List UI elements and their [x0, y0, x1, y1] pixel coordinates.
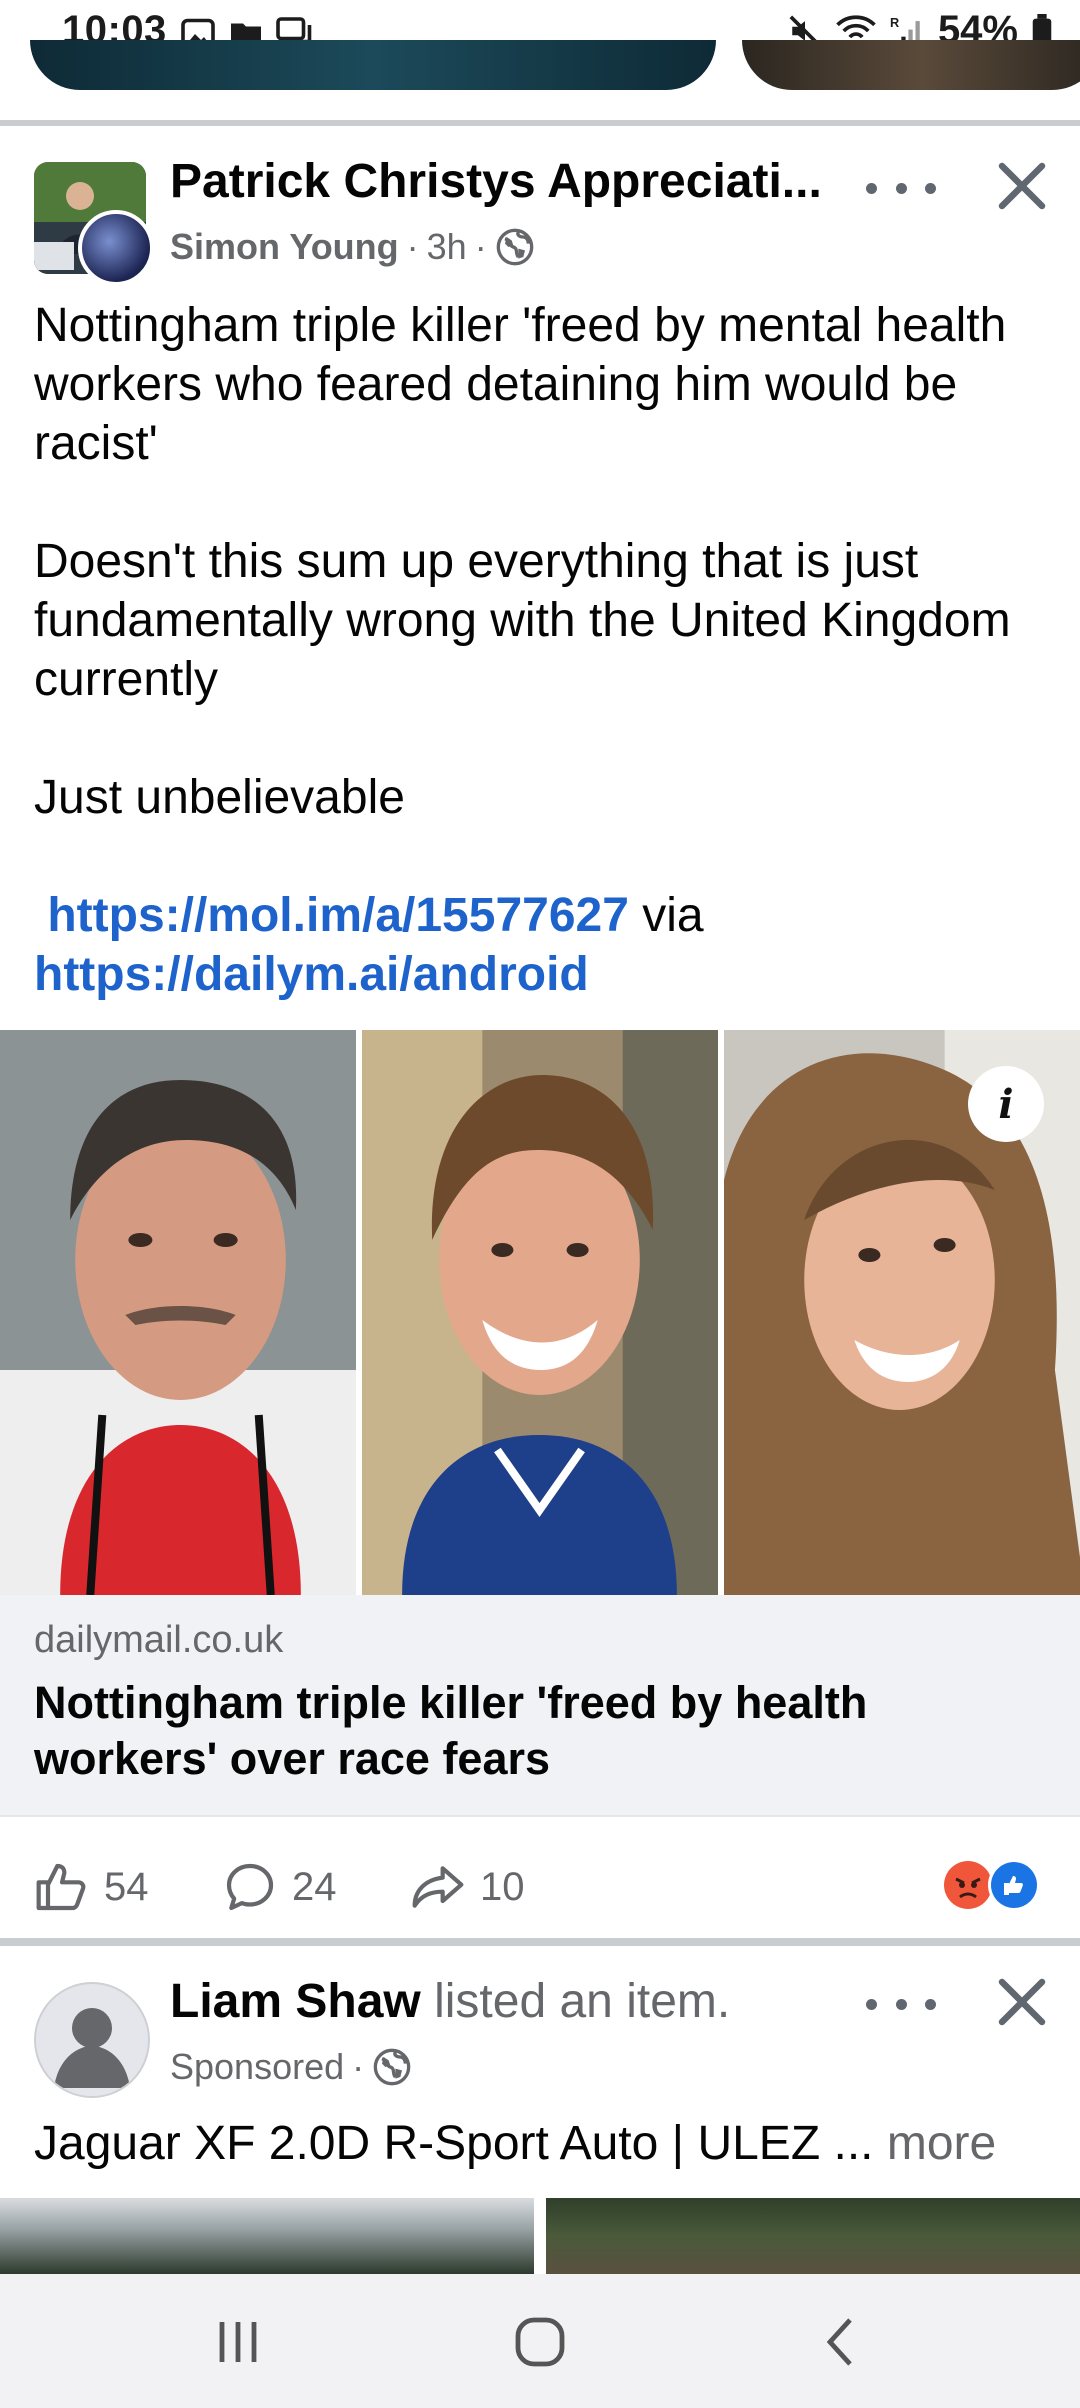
page-avatar[interactable] — [34, 162, 154, 286]
previous-card-image — [742, 40, 1080, 90]
meta-separator: · — [406, 226, 419, 267]
link-preview-images[interactable]: i — [0, 1030, 1080, 1595]
see-more-link[interactable]: more — [887, 2117, 996, 2170]
close-icon[interactable] — [992, 1972, 1052, 2032]
comment-icon — [226, 1863, 274, 1911]
seller-avatar[interactable] — [34, 1982, 150, 2098]
comment-count: 24 — [292, 1864, 337, 1909]
link-domain: dailymail.co.uk — [34, 1619, 284, 1661]
comment-button[interactable]: 24 — [222, 1859, 337, 1915]
post-paragraph: Nottingham triple killer 'freed by menta… — [34, 299, 1007, 470]
author-profile-image — [78, 210, 154, 286]
like-reaction-icon — [988, 1859, 1040, 1911]
author-name[interactable]: Simon Young — [170, 226, 399, 268]
post-paragraph: Just unbelievable — [34, 771, 405, 824]
listing-title: Jaguar XF 2.0D R-Sport Auto | ULEZ ... — [34, 2117, 874, 2170]
sponsored-text: Jaguar XF 2.0D R-Sport Auto | ULEZ ... m… — [34, 2116, 996, 2171]
photo-young-man — [362, 1030, 718, 1595]
photo-young-woman: i — [724, 1030, 1080, 1595]
back-icon[interactable] — [812, 2314, 872, 2370]
feed-divider — [0, 1938, 1080, 1946]
listing-photos[interactable] — [0, 2198, 1080, 2274]
previous-card-image — [30, 40, 716, 90]
share-count: 10 — [480, 1864, 525, 1909]
meta-separator: · — [352, 2046, 365, 2087]
recent-apps-icon[interactable] — [208, 2314, 268, 2370]
svg-text:R: R — [890, 14, 899, 29]
close-icon[interactable] — [992, 156, 1052, 216]
photo-man — [0, 1030, 356, 1595]
info-icon[interactable]: i — [968, 1066, 1044, 1142]
listing-photo — [546, 2198, 1080, 2274]
post-body: Nottingham triple killer 'freed by menta… — [34, 296, 1044, 1004]
article-link[interactable]: https://mol.im/a/15577627 — [47, 889, 629, 942]
via-text: via — [642, 889, 704, 942]
sponsored-meta: Sponsored · — [170, 2046, 412, 2088]
post-links: https://mol.im/a/15577627 via https://dai… — [34, 886, 1044, 1004]
share-icon — [412, 1866, 464, 1908]
post-meta: Simon Young · 3h · — [170, 226, 535, 268]
sponsored-post-title: Liam Shaw listed an item. — [170, 1974, 730, 2029]
thumbs-up-icon — [36, 1863, 86, 1911]
page-name[interactable]: Patrick Christys Appreciati... — [170, 154, 840, 209]
seller-name[interactable]: Liam Shaw — [170, 1975, 421, 2028]
share-button[interactable]: 10 — [410, 1859, 525, 1915]
globe-icon — [373, 2048, 411, 2086]
post-options-button[interactable] — [866, 1984, 936, 2024]
listing-photo — [0, 2198, 534, 2274]
reactions-summary[interactable] — [940, 1857, 1050, 1913]
link-title: Nottingham triple killer 'freed by healt… — [34, 1677, 868, 1784]
meta-separator: · — [474, 226, 487, 267]
post-paragraph: Doesn't this sum up everything that is j… — [34, 535, 1011, 706]
globe-icon — [496, 228, 534, 266]
link-preview-card[interactable]: dailymail.co.uk Nottingham triple killer… — [0, 1595, 1080, 1815]
like-count: 54 — [104, 1864, 149, 1909]
post-options-button[interactable] — [866, 168, 936, 208]
sponsored-label[interactable]: Sponsored — [170, 2046, 344, 2088]
seller-action: listed an item. — [434, 1975, 731, 2028]
like-button[interactable]: 54 — [34, 1859, 149, 1915]
home-icon[interactable] — [510, 2314, 570, 2370]
feed-divider — [0, 120, 1080, 126]
post-time[interactable]: 3h — [427, 226, 467, 268]
app-link[interactable]: https://dailym.ai/android — [34, 948, 589, 1001]
post-actions: 54 24 10 — [0, 1815, 1080, 1943]
system-nav-bar — [0, 2274, 1080, 2408]
angry-reaction-icon — [944, 1861, 992, 1909]
